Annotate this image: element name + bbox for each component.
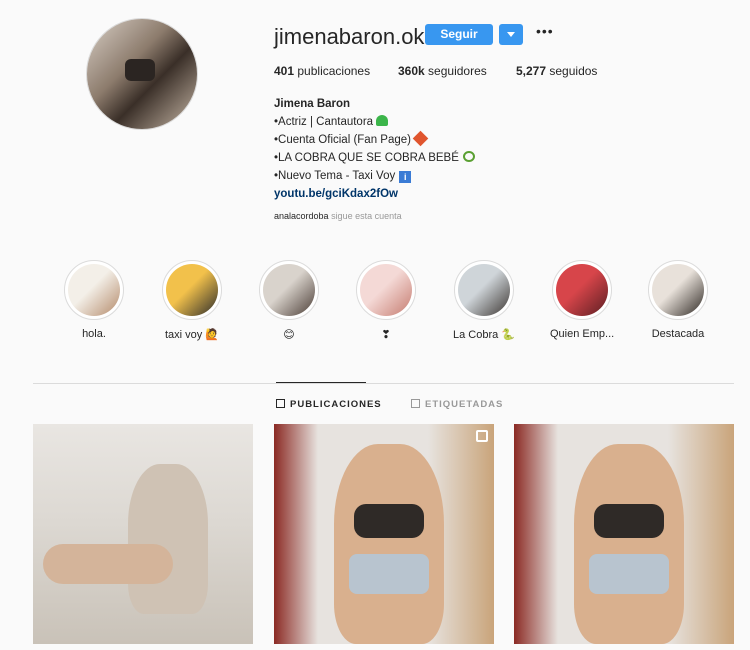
following-count: 5,277 <box>516 64 547 78</box>
collision-icon <box>412 130 429 147</box>
followers-label: seguidores <box>428 64 487 78</box>
story-highlight[interactable]: Destacada <box>646 260 710 340</box>
followed-by[interactable]: analacordoba sigue esta cuenta <box>274 211 402 221</box>
followed-by-text: sigue esta cuenta <box>331 211 402 221</box>
highlight-label: Quien Emp... <box>550 328 615 340</box>
highlight-label: 😊 <box>283 329 295 341</box>
profile-avatar[interactable] <box>86 18 198 130</box>
highlight-label: Destacada <box>651 328 705 340</box>
followers-count: 360k <box>398 64 425 78</box>
green-heart-icon <box>376 115 389 126</box>
highlight-cover[interactable] <box>356 260 416 320</box>
multiple-posts-icon <box>476 430 488 442</box>
follow-button[interactable]: Seguir <box>425 24 493 45</box>
highlight-cover[interactable] <box>454 260 514 320</box>
tab-posts[interactable]: PUBLICACIONES <box>276 399 382 410</box>
post-thumbnail[interactable] <box>33 424 253 644</box>
post-thumbnail[interactable] <box>274 424 494 644</box>
highlight-label: taxi voy 🙋 <box>164 329 220 341</box>
bio-line-4: •Nuevo Tema - Taxi Voy i <box>274 167 475 185</box>
story-highlight[interactable]: hola. <box>62 260 126 340</box>
highlight-cover[interactable] <box>259 260 319 320</box>
post-thumbnail[interactable] <box>514 424 734 644</box>
highlight-cover[interactable] <box>64 260 124 320</box>
highlight-cover[interactable] <box>162 260 222 320</box>
bio-line-1: •Actriz | Cantautora <box>274 113 475 131</box>
profile-username: jimenabaron.ok <box>274 24 425 49</box>
highlight-cover[interactable] <box>648 260 708 320</box>
story-highlight[interactable]: taxi voy 🙋 <box>160 260 224 341</box>
followers-stat[interactable]: 360k seguidores <box>398 64 487 78</box>
bio-link[interactable]: youtu.be/gciKdax2fOw <box>274 185 475 203</box>
bio-line-3: •LA COBRA QUE SE COBRA BEBÉ <box>274 149 475 167</box>
story-highlight[interactable]: La Cobra 🐍 <box>452 260 516 341</box>
highlight-label: hola. <box>82 328 106 340</box>
posts-label: publicaciones <box>297 64 371 78</box>
highlight-label: ❣ <box>381 329 391 341</box>
following-stat[interactable]: 5,277 seguidos <box>516 64 597 78</box>
story-highlight[interactable]: ❣ <box>354 260 418 341</box>
tagged-icon <box>411 399 420 408</box>
tabs-divider <box>33 383 734 384</box>
active-tab-indicator <box>276 382 366 383</box>
story-highlight[interactable]: 😊 <box>257 260 321 341</box>
followed-by-user[interactable]: analacordoba <box>274 211 329 221</box>
tab-tagged[interactable]: ETIQUETADAS <box>411 399 503 410</box>
grid-icon <box>276 399 285 408</box>
tab-tagged-label: ETIQUETADAS <box>425 399 504 410</box>
bio-line-2: •Cuenta Oficial (Fan Page) <box>274 130 475 149</box>
tab-posts-label: PUBLICACIONES <box>290 399 382 410</box>
profile-bio: Jimena Baron •Actriz | Cantautora •Cuent… <box>274 95 475 203</box>
posts-stat: 401 publicaciones <box>274 64 370 78</box>
snake-icon <box>462 151 475 162</box>
info-icon: i <box>399 171 412 183</box>
highlight-cover[interactable] <box>552 260 612 320</box>
profile-full-name: Jimena Baron <box>274 98 351 110</box>
following-label: seguidos <box>549 64 598 78</box>
highlight-label: La Cobra 🐍 <box>452 329 515 341</box>
suggested-dropdown-button[interactable] <box>499 24 523 45</box>
story-highlight[interactable]: Quien Emp... <box>550 260 614 340</box>
more-options-icon[interactable]: ••• <box>536 24 553 40</box>
posts-count: 401 <box>274 64 295 78</box>
